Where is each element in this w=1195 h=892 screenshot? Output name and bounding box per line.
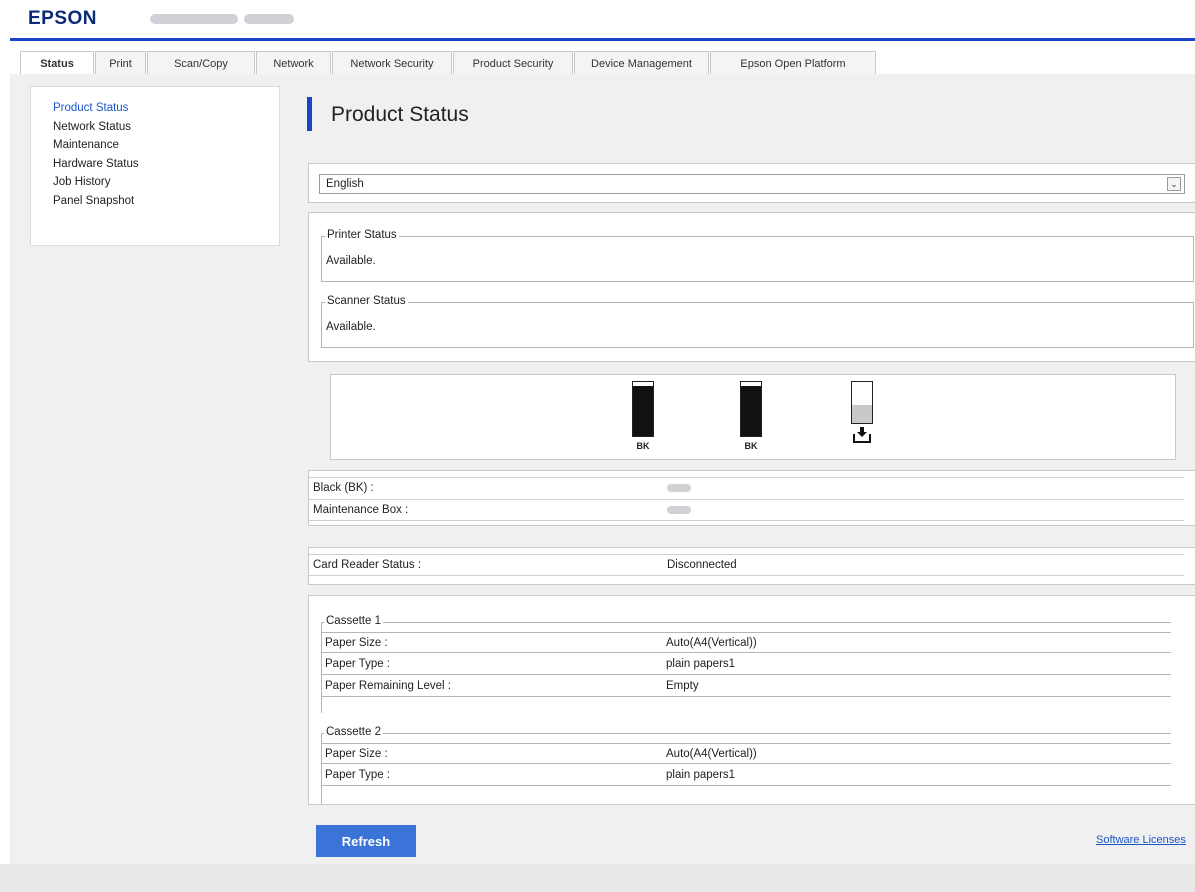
paper-size-label: Paper Size :	[325, 748, 388, 760]
printer-status-group: Printer Status Available.	[321, 229, 1194, 282]
ink-level-fill	[633, 386, 653, 436]
ink-cartridge-label: BK	[636, 441, 650, 451]
ink-levels-panel: BK BK	[330, 374, 1176, 460]
paper-remaining-value: Empty	[666, 680, 699, 692]
cassette-2-legend: Cassette 2	[324, 726, 383, 738]
ink-cartridge-label: BK	[744, 441, 758, 451]
cassette-2-group: Cassette 2 Paper Size : Auto(A4(Vertical…	[321, 726, 1171, 804]
cassette-1-group: Cassette 1 Paper Size : Auto(A4(Vertical…	[321, 615, 1171, 713]
epson-logo: EPSON	[28, 8, 98, 29]
tab-product-security[interactable]: Product Security	[453, 51, 573, 76]
tab-device-management[interactable]: Device Management	[574, 51, 709, 76]
tab-network[interactable]: Network	[256, 51, 331, 76]
paper-type-value: plain papers1	[666, 658, 736, 670]
tabs: Status Print Scan/Copy Network Network S…	[20, 51, 877, 76]
black-ink-label: Black (BK) :	[313, 482, 374, 494]
cassette-1-paper-size-row: Paper Size : Auto(A4(Vertical))	[321, 632, 1171, 653]
tab-bar: Status Print Scan/Copy Network Network S…	[10, 38, 1195, 76]
sidebar-item-maintenance[interactable]: Maintenance	[53, 136, 279, 155]
info-row-maintenance: Maintenance Box :	[309, 499, 1184, 521]
black-ink-value-redacted	[667, 482, 691, 495]
language-panel: English ⌄	[308, 163, 1195, 203]
sidebar-item-product-status[interactable]: Product Status	[53, 99, 279, 118]
footer-strip	[0, 864, 1195, 892]
cassette-2-paper-remaining-row-partial	[321, 787, 1171, 804]
card-reader-label: Card Reader Status :	[313, 559, 422, 571]
consumables-info-panel: Black (BK) : Maintenance Box :	[308, 470, 1195, 526]
printer-status-value: Available.	[326, 255, 376, 267]
ink-level-fill	[741, 386, 761, 436]
sidebar-item-network-status[interactable]: Network Status	[53, 118, 279, 137]
cassette-2-paper-type-row: Paper Type : plain papers1	[321, 765, 1171, 786]
sidebar-item-panel-snapshot[interactable]: Panel Snapshot	[53, 192, 279, 211]
tab-status[interactable]: Status	[20, 51, 94, 76]
status-panel: Printer Status Available. Scanner Status…	[308, 212, 1195, 362]
paper-size-value: Auto(A4(Vertical))	[666, 748, 757, 760]
cassette-1-legend: Cassette 1	[324, 615, 383, 627]
maintenance-box-label: Maintenance Box :	[313, 504, 409, 516]
language-select[interactable]: English ⌄	[319, 174, 1185, 194]
scanner-status-group: Scanner Status Available.	[321, 295, 1194, 348]
tab-network-security[interactable]: Network Security	[332, 51, 452, 76]
model-name-redacted	[150, 13, 330, 25]
cassette-1-paper-type-row: Paper Type : plain papers1	[321, 654, 1171, 675]
paper-cassettes-panel: Cassette 1 Paper Size : Auto(A4(Vertical…	[308, 595, 1195, 805]
sidebar-item-hardware-status[interactable]: Hardware Status	[53, 155, 279, 174]
tab-scan-copy[interactable]: Scan/Copy	[147, 51, 255, 76]
cassette-1-paper-remaining-row: Paper Remaining Level : Empty	[321, 676, 1171, 697]
refresh-button[interactable]: Refresh	[316, 825, 416, 857]
maintenance-box-icon	[853, 427, 871, 443]
sidebar: Product Status Network Status Maintenanc…	[30, 86, 280, 246]
maintenance-box-value-redacted	[667, 504, 691, 517]
info-row-black: Black (BK) :	[309, 477, 1184, 499]
scanner-status-legend: Scanner Status	[325, 295, 408, 307]
card-reader-row: Card Reader Status : Disconnected	[309, 554, 1184, 576]
language-select-value: English	[326, 178, 364, 190]
maintenance-box-level-fill	[852, 404, 872, 423]
page-title: Product Status	[331, 103, 469, 126]
paper-type-label: Paper Type :	[325, 658, 390, 670]
card-reader-value: Disconnected	[667, 559, 737, 571]
header: EPSON	[0, 0, 1195, 38]
cassette-2-paper-size-row: Paper Size : Auto(A4(Vertical))	[321, 743, 1171, 764]
card-reader-panel: Card Reader Status : Disconnected	[308, 547, 1195, 585]
tab-epson-open-platform[interactable]: Epson Open Platform	[710, 51, 876, 76]
paper-size-value: Auto(A4(Vertical))	[666, 637, 757, 649]
sidebar-item-job-history[interactable]: Job History	[53, 173, 279, 192]
paper-size-label: Paper Size :	[325, 637, 388, 649]
title-accent-bar	[307, 97, 312, 131]
scanner-status-value: Available.	[326, 321, 376, 333]
paper-remaining-label: Paper Remaining Level :	[325, 680, 451, 692]
printer-status-legend: Printer Status	[325, 229, 399, 241]
tab-print[interactable]: Print	[95, 51, 146, 76]
software-licenses-link[interactable]: Software Licenses	[1096, 834, 1186, 846]
paper-type-value: plain papers1	[666, 769, 736, 781]
paper-type-label: Paper Type :	[325, 769, 390, 781]
chevron-down-icon: ⌄	[1167, 177, 1181, 191]
